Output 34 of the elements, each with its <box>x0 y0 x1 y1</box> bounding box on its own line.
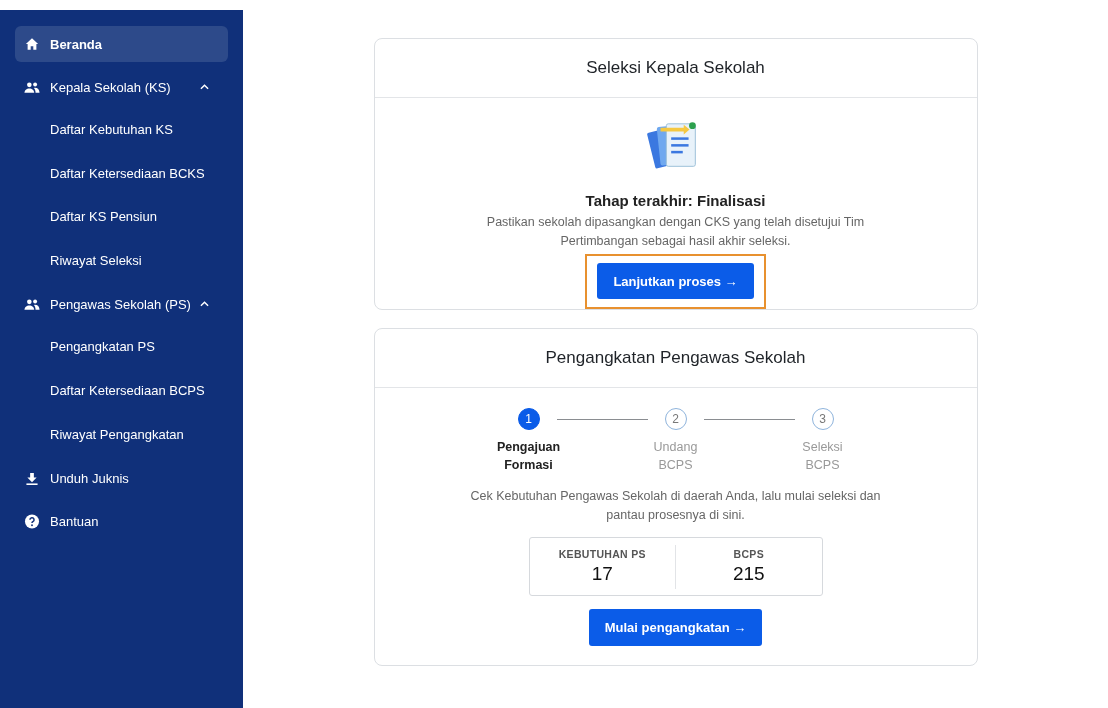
sidebar-item[interactable]: Pengawas Sekolah (PS) <box>15 286 228 323</box>
stage-heading: Tahap terakhir: Finalisasi <box>585 192 766 209</box>
start-button[interactable]: Mulai pengangkatan → <box>588 609 763 646</box>
stat-value: 215 <box>732 563 765 585</box>
sidebar-subitem[interactable]: Daftar Kebutuhan KS <box>15 112 228 148</box>
step-label: Undang BCPS <box>652 439 699 474</box>
stat-value: 17 <box>591 563 613 585</box>
help-icon <box>24 513 40 529</box>
sidebar-subitem[interactable]: Daftar Ketersediaan BCKS <box>15 155 228 192</box>
sidebar-item[interactable]: Kepala Sekolah (KS) <box>15 69 228 105</box>
card-title: Seleksi Kepala Sekolah <box>586 58 765 78</box>
stat-label: BCPS <box>733 548 764 560</box>
home-icon <box>24 37 40 51</box>
people-icon <box>24 80 40 94</box>
step-number: 1 <box>517 408 540 430</box>
card-title: Pengangkatan Pengawas Sekolah <box>545 348 806 368</box>
sidebar-item[interactable]: Beranda <box>15 26 228 62</box>
appointment-description: Cek Kebutuhan Pengawas Sekolah di daerah Anda, lalu mulai seleksi dan pantau prosesnya di sini. <box>469 488 882 524</box>
continue-button[interactable]: Lanjutkan proses → <box>597 263 754 299</box>
stage-description: Pastikan sekolah dipasangkan dengan CKS yang telah disetujui Tim Pertimbangan sebagai hasil akhir seleksi. <box>485 214 866 250</box>
step-label: Seleksi BCPS <box>801 439 844 474</box>
chevron-icon <box>200 84 209 90</box>
download-icon <box>24 471 40 485</box>
sidebar-subitem[interactable]: Daftar Ketersediaan BCPS <box>15 372 228 409</box>
sidebar-item[interactable]: Bantuan <box>15 503 228 540</box>
sidebar-subitem[interactable]: Riwayat Pengangkatan <box>15 416 228 453</box>
sidebar-subitem[interactable]: Pengangkatan PS <box>15 329 228 366</box>
sidebar-subitem[interactable]: Daftar KS Pensiun <box>15 199 228 236</box>
chevron-icon <box>200 301 209 308</box>
step-label: Pengajuan Formasi <box>495 439 562 474</box>
sidebar-item[interactable]: Unduh Juknis <box>15 460 228 497</box>
people-icon <box>24 297 40 311</box>
sidebar-subitem[interactable]: Riwayat Seleksi <box>15 242 228 279</box>
stat-label: KEBUTUHAN PS <box>558 548 646 560</box>
